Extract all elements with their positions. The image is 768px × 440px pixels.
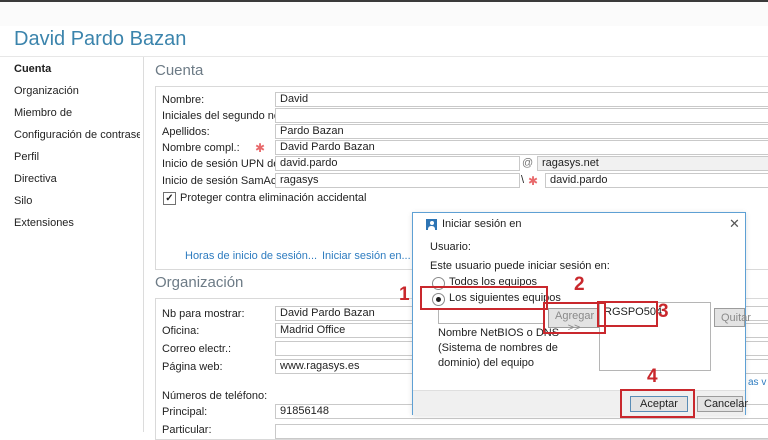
close-icon[interactable]: ✕ [729, 216, 740, 232]
page-title: David Pardo Bazan [14, 28, 186, 51]
required-asterisk-icon: ✱ [528, 174, 538, 188]
sidebar-item-config-contrasena[interactable]: Configuración de contraseña [14, 129, 140, 145]
user-label: Usuario: [430, 241, 471, 253]
sidebar-item-directiva[interactable]: Directiva [14, 173, 140, 189]
home-phone-label: Particular: [162, 424, 212, 436]
sidebar-item-miembro-de[interactable]: Miembro de [14, 107, 140, 123]
instruction-text: Este usuario puede iniciar sesión en: [430, 260, 610, 272]
display-name-label: Nb para mostrar: [162, 308, 245, 320]
upn-logon-field[interactable]: david.pardo [275, 156, 520, 171]
sidebar-item-extensiones[interactable]: Extensiones [14, 217, 140, 233]
office-label: Oficina: [162, 325, 199, 337]
header-band [0, 2, 768, 26]
sidebar-item-silo[interactable]: Silo [14, 195, 140, 211]
sidebar-item-organizacion[interactable]: Organización [14, 85, 140, 101]
netbios-help-line-2: (Sistema de nombres de [438, 341, 559, 356]
clipped-link-fragment[interactable]: as v [748, 377, 766, 388]
backslash-separator: \ [521, 174, 524, 186]
first-name-field[interactable]: David [275, 92, 768, 107]
first-name-label: Nombre: [162, 94, 204, 106]
last-name-label: Apellidos: [162, 126, 210, 138]
computer-name-input[interactable] [438, 308, 545, 324]
netbios-help-line-3: dominio) del equipo [438, 356, 559, 371]
annotation-step-3: 3 [658, 302, 669, 322]
netbios-help-text: Nombre NetBIOS o DNS (Sistema de nombres… [438, 326, 559, 371]
annotation-box-3 [597, 301, 658, 327]
annotation-box-1 [420, 286, 548, 310]
last-name-field[interactable]: Pardo Bazan [275, 124, 768, 139]
sidebar-divider [143, 57, 144, 432]
dialog-footer [413, 390, 745, 415]
at-sign-icon: @ [522, 157, 533, 169]
protect-deletion-checkbox[interactable]: ✓ [163, 192, 176, 205]
sam-account-field[interactable]: david.pardo [545, 173, 768, 188]
user-icon [426, 219, 437, 230]
required-asterisk-icon: ✱ [255, 141, 265, 155]
cancel-button[interactable]: Cancelar [697, 396, 743, 412]
phone-numbers-group-label: Números de teléfono: [162, 390, 267, 402]
annotation-box-4 [620, 389, 695, 418]
title-separator [0, 56, 768, 57]
email-label: Correo electr.: [162, 343, 231, 355]
logon-hours-link[interactable]: Horas de inicio de sesión... [185, 250, 317, 262]
web-page-label: Página web: [162, 361, 223, 373]
dialog-title: Iniciar sesión en [442, 218, 522, 230]
annotation-step-1: 1 [399, 285, 410, 305]
organization-section-header: Organización [155, 274, 243, 291]
log-on-to-link[interactable]: Iniciar sesión en... [322, 250, 411, 262]
middle-initials-field[interactable] [275, 108, 768, 123]
sidebar-item-cuenta[interactable]: Cuenta [14, 63, 140, 79]
upn-domain-combobox[interactable]: ragasys.net [537, 156, 768, 171]
full-name-field[interactable]: David Pardo Bazan [275, 140, 768, 155]
sam-domain-field[interactable]: ragasys [275, 173, 520, 188]
annotation-step-2: 2 [574, 275, 585, 295]
sidebar-item-perfil[interactable]: Perfil [14, 151, 140, 167]
netbios-help-line-1: Nombre NetBIOS o DNS [438, 326, 559, 341]
remove-button[interactable]: Quitar [714, 308, 745, 327]
main-phone-label: Principal: [162, 406, 207, 418]
protect-deletion-label: Proteger contra eliminación accidental [180, 192, 367, 204]
adac-user-properties-window: { "page": { "title": "David Pardo Bazan"… [0, 0, 768, 432]
annotation-step-4: 4 [647, 367, 658, 387]
full-name-label: Nombre compl.: [162, 142, 240, 154]
account-section-header: Cuenta [155, 62, 203, 79]
